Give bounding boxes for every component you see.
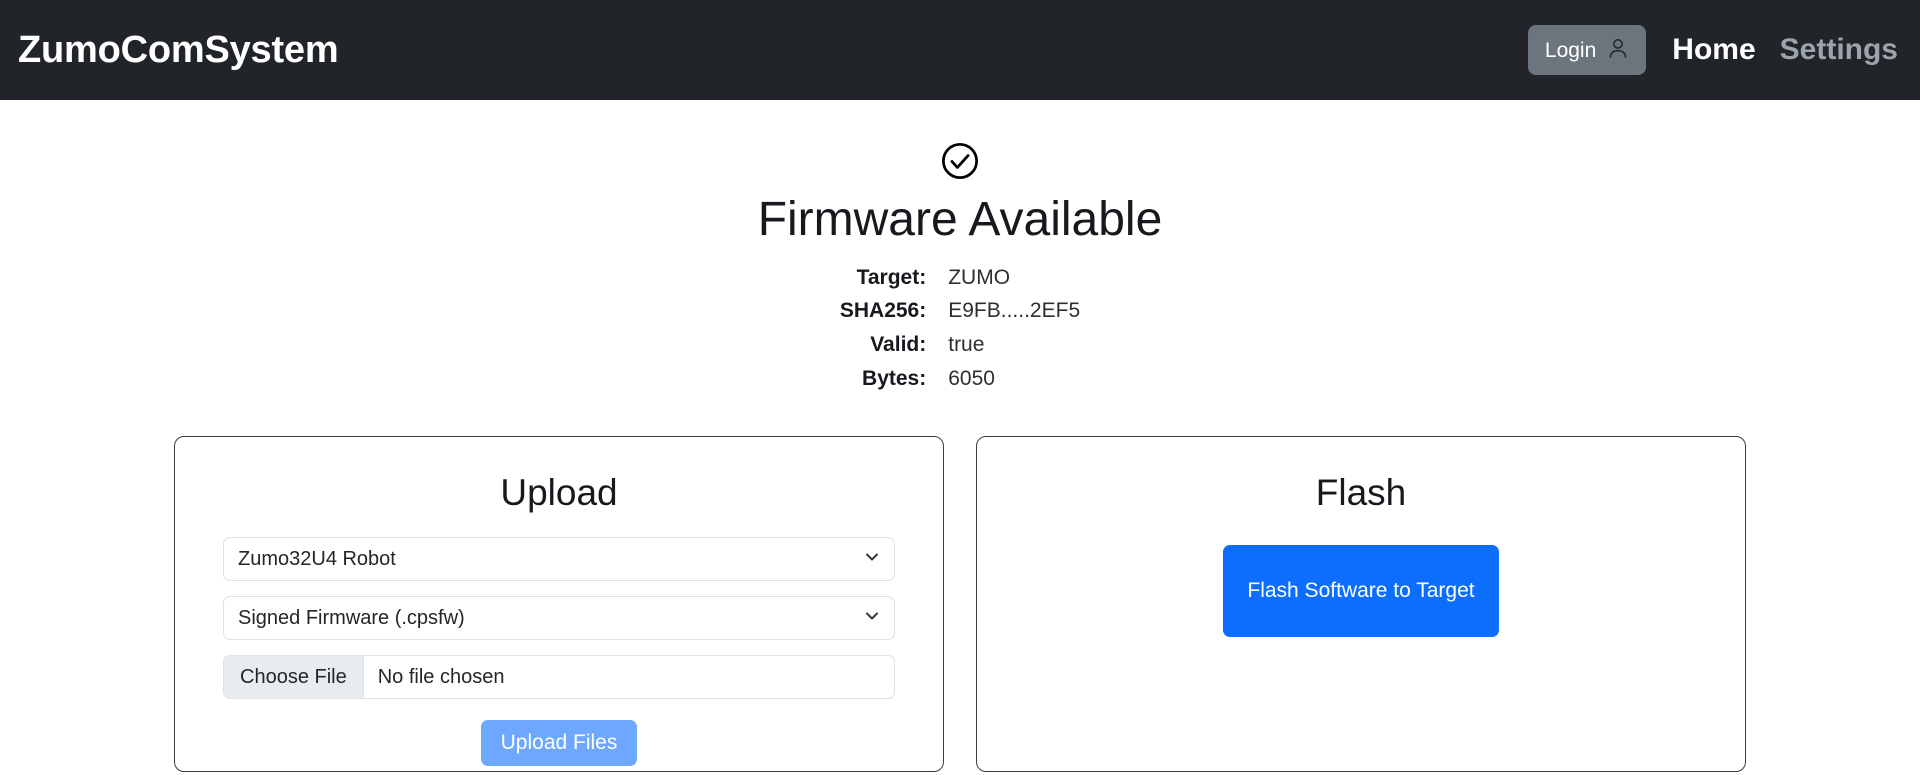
detail-value-sha256: E9FB.....2EF5 — [948, 299, 1081, 323]
nav-link-settings[interactable]: Settings — [1780, 33, 1898, 67]
choose-file-button[interactable]: Choose File — [224, 656, 364, 699]
upload-button-row: Upload Files — [223, 720, 895, 767]
firmware-type-select-value: Signed Firmware (.cpsfw) — [238, 606, 465, 629]
device-select[interactable]: Zumo32U4 Robot — [223, 537, 895, 582]
chevron-down-icon — [864, 548, 880, 571]
top-navbar: ZumoComSystem Login Home Settings — [0, 0, 1920, 100]
person-icon — [1607, 36, 1629, 64]
upload-card-title: Upload — [500, 471, 618, 513]
detail-label-valid: Valid: — [870, 333, 927, 357]
device-select-value: Zumo32U4 Robot — [238, 547, 396, 570]
firmware-details-list: Target: ZUMO SHA256: E9FB.....2EF5 Valid… — [840, 263, 1080, 394]
detail-value-valid: true — [948, 333, 985, 357]
upload-files-button[interactable]: Upload Files — [480, 720, 638, 767]
flash-button-row: Flash Software to Target — [1003, 545, 1719, 638]
page-title: Firmware Available — [757, 193, 1163, 246]
login-button-label: Login — [1544, 38, 1597, 62]
login-button[interactable]: Login — [1527, 25, 1647, 75]
detail-label-target: Target: — [856, 265, 927, 289]
chosen-file-name: No file chosen — [377, 665, 505, 688]
upload-card: Upload Zumo32U4 Robot Signed Firmware (.… — [174, 435, 944, 772]
detail-value-target: ZUMO — [948, 265, 1011, 289]
detail-label-sha256: SHA256: — [839, 299, 927, 323]
nav-links: Home Settings — [1668, 33, 1898, 67]
chevron-down-icon — [864, 607, 880, 630]
check-circle-icon — [0, 142, 1920, 185]
nav-link-home[interactable]: Home — [1672, 33, 1755, 67]
flash-card: Flash Flash Software to Target — [976, 435, 1746, 772]
cards-row: Upload Zumo32U4 Robot Signed Firmware (.… — [0, 435, 1920, 772]
navbar-right-group: Login Home Settings — [1527, 25, 1898, 75]
brand-title: ZumoComSystem — [18, 28, 339, 71]
firmware-status-section: Firmware Available Target: ZUMO SHA256: … — [0, 100, 1920, 394]
flash-card-title: Flash — [1315, 471, 1407, 513]
flash-software-button[interactable]: Flash Software to Target — [1223, 545, 1499, 638]
file-input[interactable]: Choose File No file chosen — [223, 655, 895, 700]
firmware-type-select[interactable]: Signed Firmware (.cpsfw) — [223, 596, 895, 641]
upload-form: Zumo32U4 Robot Signed Firmware (.cpsfw) … — [201, 537, 917, 767]
detail-value-bytes: 6050 — [948, 367, 995, 391]
detail-label-bytes: Bytes: — [862, 367, 927, 391]
